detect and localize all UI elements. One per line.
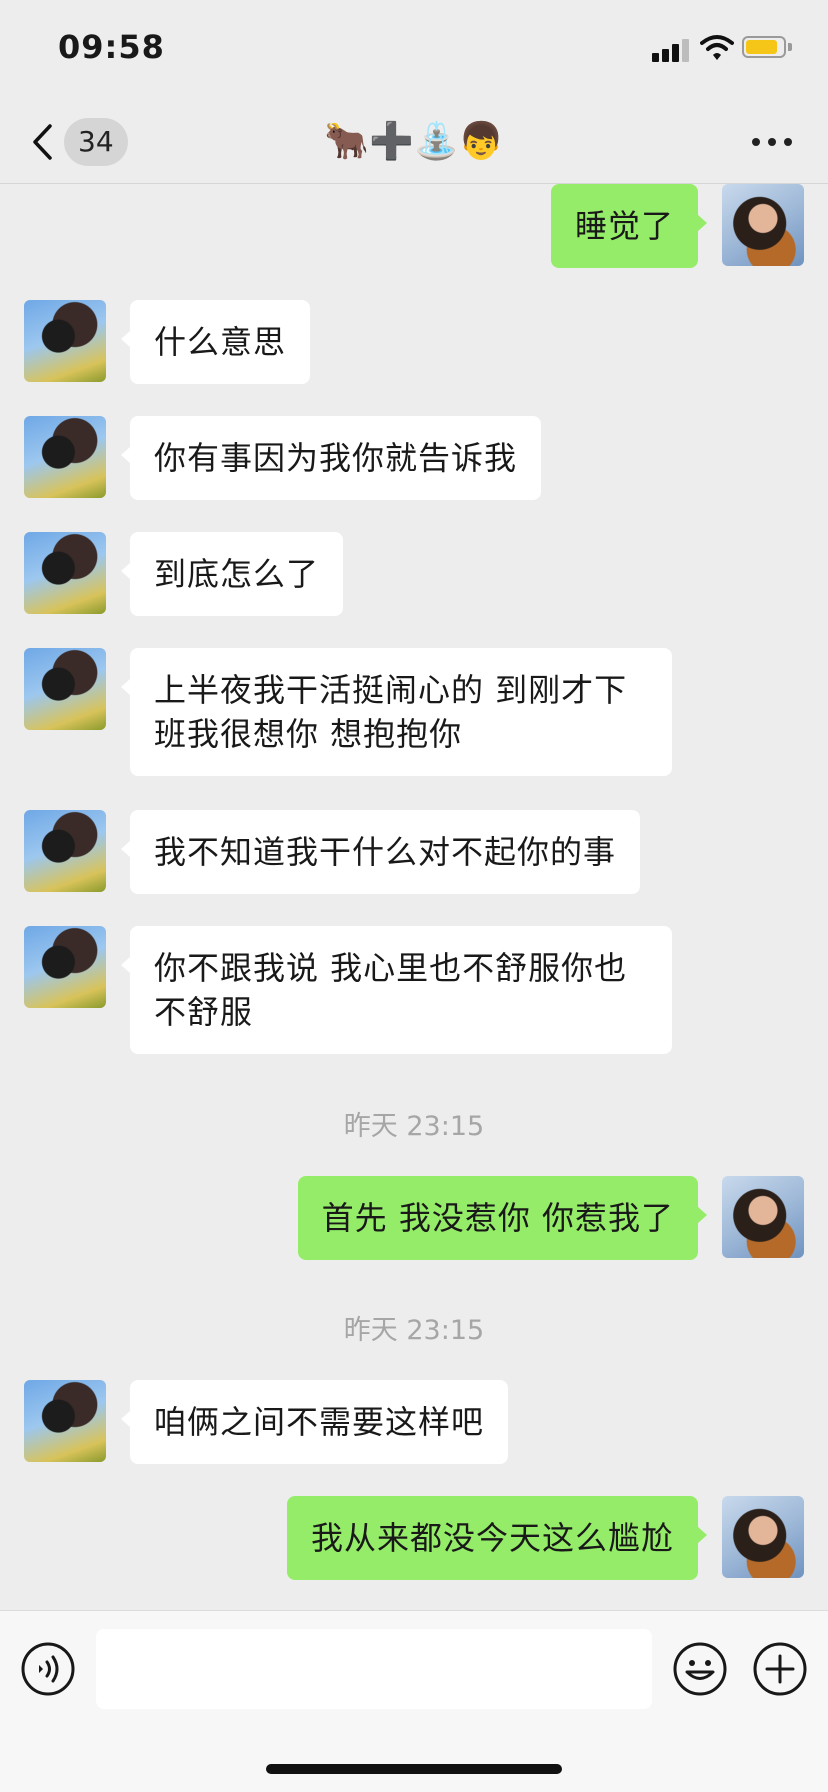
battery-icon (742, 36, 792, 60)
more-dots-icon[interactable] (752, 138, 792, 148)
status-time: 09:58 (58, 28, 165, 66)
my-avatar[interactable] (722, 1496, 804, 1578)
friend-avatar[interactable] (24, 926, 106, 1008)
friend-avatar[interactable] (24, 810, 106, 892)
friend-avatar[interactable] (24, 416, 106, 498)
status-bar: 09:58 (0, 0, 828, 100)
received-message-bubble[interactable]: 你不跟我说 我心里也不舒服你也不舒服 (121, 926, 672, 1054)
chat-title: 🐂➕⛲👦 (324, 121, 504, 162)
signal-icon (652, 38, 692, 62)
sent-message-bubble[interactable]: 我从来都没今天这么尴尬 (286, 1496, 708, 1580)
received-message-bubble[interactable]: 上半夜我干活挺闹心的 到刚才下班我很想你 想抱抱你 (121, 648, 672, 776)
timestamp: 昨天 23:15 (343, 1111, 485, 1142)
received-message-bubble[interactable]: 咱俩之间不需要这样吧 (120, 1380, 509, 1464)
friend-avatar[interactable] (24, 648, 106, 730)
friend-avatar[interactable] (24, 532, 106, 614)
friend-avatar[interactable] (24, 1380, 106, 1462)
chat-header: 34 🐂➕⛲👦 (0, 100, 828, 184)
sent-message-bubble[interactable]: 首先 我没惹你 你惹我了 (297, 1176, 708, 1260)
emoji-icon[interactable] (672, 1641, 728, 1697)
sent-message-bubble[interactable]: 睡觉了 (550, 184, 708, 268)
home-indicator[interactable] (266, 1764, 562, 1774)
my-avatar[interactable] (722, 1176, 804, 1258)
received-message-bubble[interactable]: 你有事因为我你就告诉我 (120, 416, 542, 500)
voice-icon[interactable] (20, 1641, 76, 1697)
my-avatar[interactable] (722, 184, 804, 266)
plus-icon[interactable] (752, 1641, 808, 1697)
message-input[interactable] (96, 1629, 652, 1709)
timestamp: 昨天 23:15 (343, 1315, 485, 1346)
received-message-bubble[interactable]: 什么意思 (120, 300, 311, 384)
friend-avatar[interactable] (24, 300, 106, 382)
received-message-bubble[interactable]: 到底怎么了 (120, 532, 344, 616)
message-list: 睡觉了 什么意思 你有事因为我你就告诉我 到底怎么了 上半夜我干活挺闹心的 到刚… (0, 184, 828, 1610)
wifi-icon (700, 35, 734, 60)
received-message-bubble[interactable]: 我不知道我干什么对不起你的事 (120, 810, 641, 894)
